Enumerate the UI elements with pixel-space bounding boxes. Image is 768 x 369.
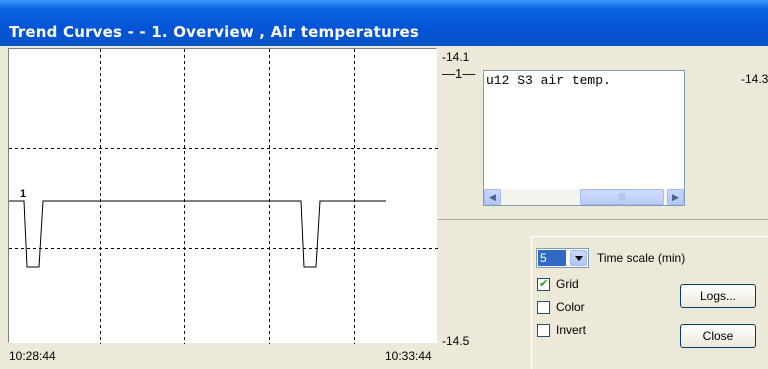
curve-marker-label: 1 [20,188,27,200]
legend-item-label[interactable]: u12 S3 air temp. [486,73,611,88]
dialog-client-area: 1 10:28:44 10:33:44 -14.1 -14.5 —1— u12 … [0,46,768,369]
invert-label: Invert [556,323,587,337]
legend-curve-marker: —1— [442,66,476,81]
time-scale-value: 5 [538,250,566,266]
legend-horizontal-scrollbar[interactable]: ◀ ||| ▶ [484,189,684,205]
trend-plot-svg [9,49,438,344]
time-scale-select[interactable]: 5 [536,248,589,268]
color-label: Color [556,300,585,314]
legend-listbox[interactable]: u12 S3 air temp. ◀ ||| ▶ [483,70,685,206]
time-end-label: 10:33:44 [385,349,432,363]
close-button[interactable]: Close [680,324,756,348]
chevron-down-icon[interactable] [570,250,587,266]
y-axis-top-label: -14.1 [442,50,470,64]
trend-curve [9,200,386,268]
scroll-left-button[interactable]: ◀ [484,189,501,205]
legend-value: -14.3 [741,72,768,86]
time-scale-label: Time scale (min) [597,251,686,265]
grid-checkbox[interactable] [537,277,550,291]
chevron-right-icon: ▶ [672,192,679,202]
color-checkbox[interactable] [537,301,550,314]
grid-label: Grid [556,277,579,291]
window-title: Trend Curves - - 1. Overview , Air tempe… [9,23,419,41]
invert-checkbox[interactable] [537,324,550,337]
scroll-thumb[interactable]: ||| [580,189,664,205]
y-axis-bottom-label: -14.5 [442,334,470,348]
trend-plot[interactable]: 1 [8,48,438,344]
scroll-right-button[interactable]: ▶ [667,189,684,205]
time-start-label: 10:28:44 [9,349,56,363]
title-bar[interactable]: Trend Curves - - 1. Overview , Air tempe… [0,0,768,46]
chevron-left-icon: ◀ [489,192,496,202]
logs-button[interactable]: Logs... [680,284,756,308]
